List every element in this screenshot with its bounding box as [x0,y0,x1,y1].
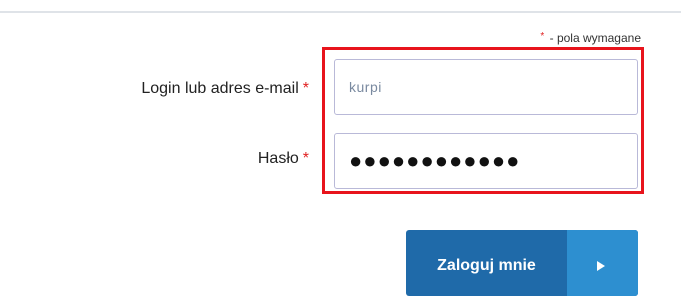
login-label: Login lub adres e-mail * [141,80,309,98]
login-button[interactable]: Zaloguj mnie [406,230,638,296]
login-required-marker: * [302,80,309,97]
required-note-text: - pola wymagane [546,31,641,45]
play-arrow-icon [597,261,605,271]
login-button-arrow-area [567,230,638,296]
required-fields-note: * - pola wymagane [540,31,641,45]
password-label: Hasło * [258,150,309,168]
login-label-text: Login lub adres e-mail [141,80,299,97]
top-divider [0,11,681,13]
password-required-marker: * [302,150,309,167]
password-label-text: Hasło [257,150,299,167]
login-input[interactable] [334,59,638,115]
password-input[interactable] [334,133,638,189]
login-button-label: Zaloguj mnie [437,257,536,274]
required-marker: * [540,31,545,42]
